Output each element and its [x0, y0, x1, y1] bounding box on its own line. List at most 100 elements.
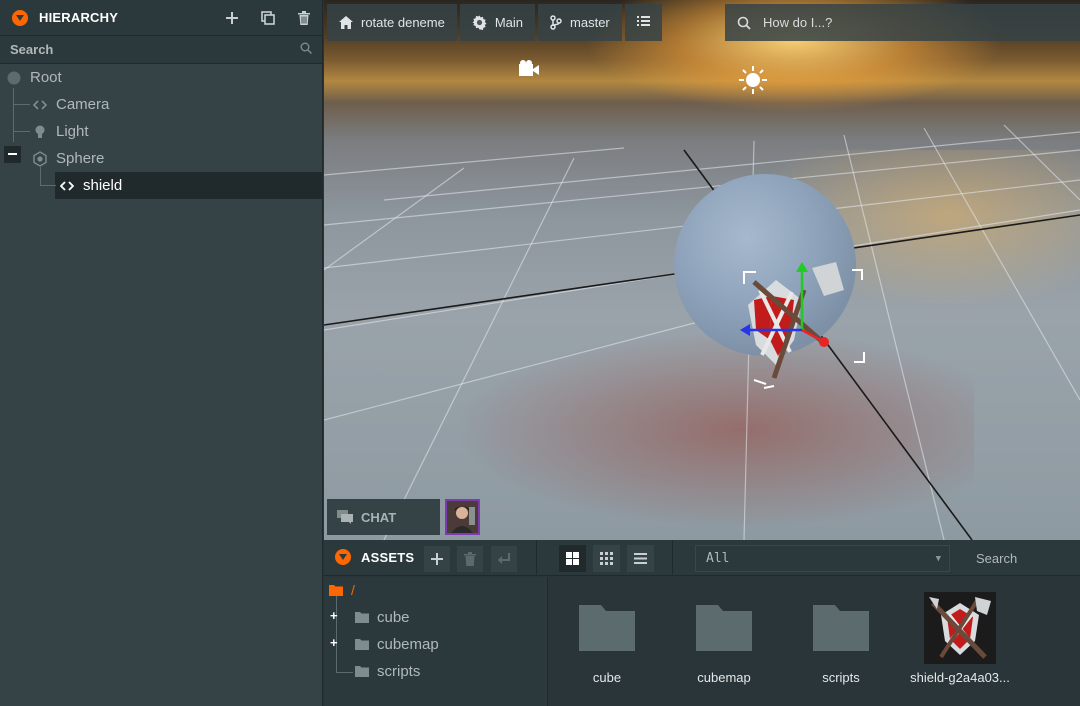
trash-icon: [298, 10, 310, 25]
asset-tile-label: cube: [592, 670, 622, 685]
asset-search-placeholder: Search: [976, 551, 1018, 566]
view-list-button[interactable]: [627, 545, 654, 572]
asset-tree-item-cube[interactable]: cube: [355, 609, 410, 626]
camera-gizmo-icon[interactable]: [519, 60, 539, 76]
folder-icon: [355, 666, 369, 677]
add-asset-button[interactable]: [424, 546, 450, 572]
hierarchy-search-input[interactable]: Search: [10, 42, 53, 57]
list-icon: [636, 15, 650, 30]
asset-tile-label: cubemap: [697, 670, 751, 685]
view-grid-small-button[interactable]: [593, 545, 620, 572]
folder-icon: [355, 612, 369, 623]
light-bulb-icon: [32, 124, 48, 140]
tree-line: [40, 185, 56, 186]
asset-tree-label: cube: [377, 609, 410, 626]
tree-line: [13, 104, 30, 105]
delete-entity-button[interactable]: [286, 0, 322, 36]
home-icon: [339, 16, 353, 29]
assets-panel: ASSETS All ▼ Search / + cube + cubemap s…: [324, 540, 1080, 706]
scene-viewport[interactable]: rotate deneme Main master How do I...? C…: [324, 0, 1080, 540]
tree-line: [13, 88, 14, 142]
tree-item-label: Light: [56, 123, 89, 140]
branch-icon: [550, 15, 562, 30]
expand-plus-icon[interactable]: +: [330, 635, 338, 650]
asset-search-input[interactable]: Search: [957, 545, 1080, 572]
minus-icon: [8, 153, 17, 155]
plus-icon: [226, 11, 238, 24]
return-icon: [497, 553, 510, 564]
project-button[interactable]: rotate deneme: [327, 4, 457, 41]
tree-line: [336, 672, 353, 673]
search-icon: [300, 41, 313, 59]
folder-icon: [805, 592, 877, 664]
tree-line: [336, 593, 337, 672]
asset-tree-item-scripts[interactable]: scripts: [355, 663, 420, 680]
expand-plus-icon[interactable]: +: [330, 608, 338, 623]
asset-tree-label: scripts: [377, 663, 421, 680]
delete-asset-button[interactable]: [457, 546, 483, 572]
tree-item-sphere[interactable]: Sphere: [32, 145, 104, 172]
chat-bubble-icon: [337, 510, 353, 524]
duplicate-entity-button[interactable]: [250, 0, 286, 36]
asset-tile-cube[interactable]: cube: [557, 592, 657, 685]
scene-grid: [324, 60, 1080, 540]
tree-item-label: Root: [30, 69, 62, 86]
folder-icon: [329, 584, 343, 596]
entity-code-icon: [32, 97, 48, 113]
chat-label: CHAT: [361, 509, 397, 525]
asset-tile-shield[interactable]: shield-g2a4a03...: [905, 592, 1015, 685]
tree-item-shield[interactable]: shield: [59, 172, 122, 199]
project-name: rotate deneme: [361, 15, 445, 30]
asset-tree-item-cubemap[interactable]: cubemap: [355, 636, 439, 653]
filter-value: All: [706, 551, 730, 566]
hierarchy-search[interactable]: Search: [0, 36, 322, 64]
assets-header: ASSETS All ▼ Search: [324, 540, 1080, 576]
divider: [672, 540, 673, 576]
light-gizmo-icon[interactable]: [739, 66, 767, 94]
hierarchy-header: HIERARCHY: [0, 0, 322, 36]
collapse-icon[interactable]: [12, 9, 28, 26]
branch-button[interactable]: master: [538, 4, 622, 41]
asset-tile-label: scripts: [822, 670, 860, 685]
asset-tree-root[interactable]: /: [329, 582, 355, 598]
chevron-down-icon: ▼: [935, 553, 941, 564]
view-grid-large-button[interactable]: [559, 545, 586, 572]
branch-name: master: [570, 15, 610, 30]
scene-button[interactable]: Main: [459, 4, 536, 41]
collapse-icon[interactable]: [335, 549, 351, 565]
add-entity-button[interactable]: [214, 0, 250, 36]
asset-folder-tree: / + cube + cubemap scripts: [324, 577, 548, 706]
divider: [536, 540, 537, 576]
scene-name: Main: [494, 15, 524, 30]
trash-icon: [464, 552, 476, 566]
menu-list-button[interactable]: [624, 4, 662, 41]
tree-item-light[interactable]: Light: [32, 118, 89, 145]
asset-tile-scripts[interactable]: scripts: [791, 592, 891, 685]
folder-icon: [571, 592, 643, 664]
help-search-input[interactable]: How do I...?: [763, 15, 832, 30]
chat-button[interactable]: CHAT: [327, 499, 440, 535]
assets-title: ASSETS: [361, 549, 415, 565]
root-dot-icon: [6, 70, 22, 86]
asset-tree-root-label: /: [351, 582, 355, 598]
shield-thumbnail: [924, 592, 996, 664]
asset-tile-cubemap[interactable]: cubemap: [674, 592, 774, 685]
asset-type-filter[interactable]: All ▼: [695, 545, 950, 572]
back-button[interactable]: [491, 546, 517, 572]
tree-item-label: Camera: [56, 96, 110, 113]
editor-app: HIERARCHY Search Root Camera Light Spher…: [0, 0, 1080, 706]
viewport-toolbar: rotate deneme Main master: [327, 4, 662, 41]
folder-icon: [355, 639, 369, 650]
tree-item-root[interactable]: Root: [6, 64, 62, 91]
collapse-sphere-toggle[interactable]: [4, 146, 21, 163]
asset-tree-label: cubemap: [377, 636, 439, 653]
help-search[interactable]: How do I...?: [725, 4, 1080, 41]
grid-large-icon: [566, 552, 579, 565]
hierarchy-title: HIERARCHY: [39, 10, 119, 25]
asset-tile-label: shield-g2a4a03...: [910, 670, 1010, 685]
duplicate-icon: [261, 10, 275, 25]
tree-item-label: shield: [83, 177, 123, 194]
tree-item-camera[interactable]: Camera: [32, 91, 109, 118]
tree-line: [13, 131, 30, 132]
user-avatar[interactable]: [445, 499, 480, 535]
